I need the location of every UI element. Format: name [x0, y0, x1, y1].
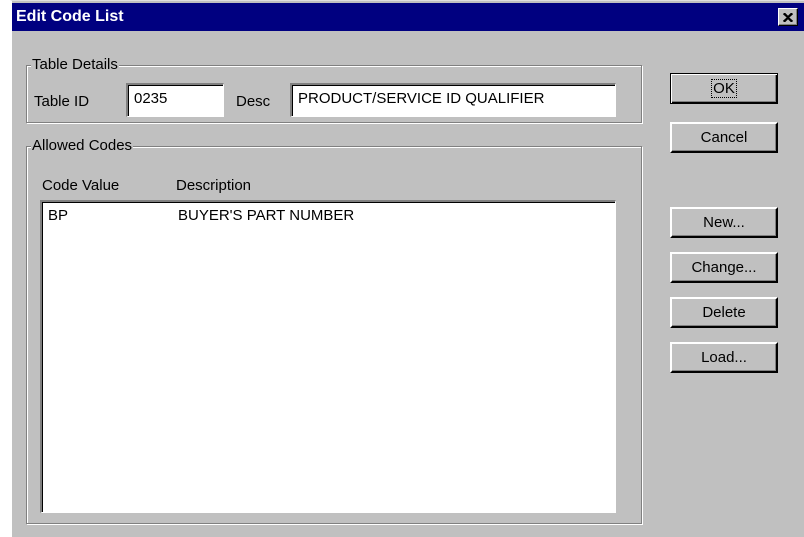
- change-button[interactable]: Change...: [670, 252, 778, 283]
- new-button-label: New...: [703, 214, 745, 231]
- column-header-code-value[interactable]: Code Value: [42, 177, 119, 195]
- table-id-label: Table ID: [34, 93, 90, 110]
- cancel-button[interactable]: Cancel: [670, 122, 778, 153]
- ok-button-label: OK: [711, 79, 737, 98]
- title-bar[interactable]: Edit Code List: [12, 3, 804, 31]
- description-cell: BUYER'S PART NUMBER: [178, 207, 355, 224]
- allowed-codes-list[interactable]: BP BUYER'S PART NUMBER: [40, 200, 616, 513]
- desc-input[interactable]: PRODUCT/SERVICE ID QUALIFIER: [290, 83, 616, 117]
- window-title: Edit Code List: [16, 8, 124, 25]
- delete-button[interactable]: Delete: [670, 297, 778, 328]
- table-details-legend: Table Details: [31, 56, 119, 73]
- column-header-description[interactable]: Description: [176, 177, 251, 195]
- ok-button[interactable]: OK: [670, 73, 778, 104]
- change-button-label: Change...: [691, 259, 757, 276]
- desc-label: Desc: [236, 93, 271, 110]
- code-value-cell: BP: [48, 207, 69, 224]
- cancel-button-label: Cancel: [700, 129, 748, 146]
- close-icon: [783, 12, 793, 22]
- edit-code-list-dialog: Edit Code List Table Details Table ID 02…: [10, 0, 804, 537]
- load-button[interactable]: Load...: [670, 342, 778, 373]
- list-item[interactable]: BP BUYER'S PART NUMBER: [46, 206, 611, 226]
- allowed-codes-legend: Allowed Codes: [31, 137, 134, 154]
- delete-button-label: Delete: [702, 304, 746, 321]
- table-id-input[interactable]: 0235: [126, 83, 224, 117]
- load-button-label: Load...: [701, 349, 747, 366]
- close-button[interactable]: [778, 8, 798, 26]
- new-button[interactable]: New...: [670, 207, 778, 238]
